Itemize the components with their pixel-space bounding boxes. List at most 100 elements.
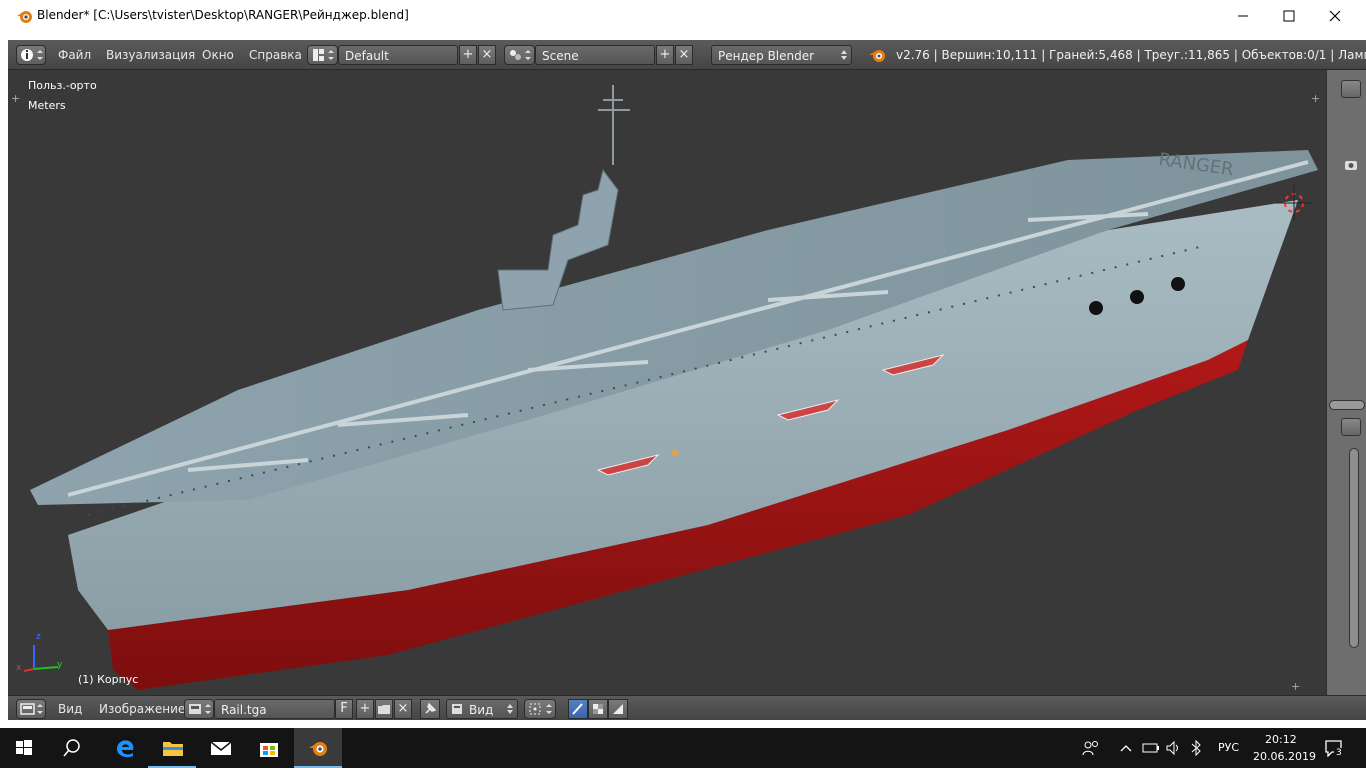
menu-view[interactable]: Вид xyxy=(58,702,82,716)
close-icon xyxy=(1329,10,1341,22)
taskbar-blender[interactable] xyxy=(294,728,342,768)
taskbar-file-explorer[interactable] xyxy=(148,728,196,768)
fake-user-button[interactable]: F xyxy=(335,699,353,719)
image-editor-type-button[interactable] xyxy=(16,699,46,719)
mast xyxy=(598,85,630,165)
alpha-toggle-button[interactable] xyxy=(608,699,628,719)
axis-z-label: z xyxy=(36,632,41,642)
toolshelf-toggle-icon[interactable]: + xyxy=(11,92,20,105)
screen-layout-selector[interactable] xyxy=(307,45,338,65)
people-icon[interactable] xyxy=(1082,740,1100,756)
scene-icon xyxy=(510,50,531,60)
view-name-label: Польз.-орто xyxy=(28,79,97,92)
view-mode-icon xyxy=(452,704,462,714)
taskbar-mail[interactable] xyxy=(196,728,244,768)
start-button[interactable] xyxy=(0,728,48,768)
taskbar: РУС 20:12 20.06.2019 3 xyxy=(0,728,1366,768)
blender-logo-icon xyxy=(309,742,327,756)
image-editor-header: Вид Изображение Rail.tga F + × Вид xyxy=(8,695,1366,720)
minimize-button[interactable] xyxy=(1220,0,1266,32)
scene-field[interactable]: Scene xyxy=(535,45,655,65)
store-icon xyxy=(260,743,278,757)
battery-icon[interactable] xyxy=(1142,741,1160,755)
bluetooth-icon[interactable] xyxy=(1189,739,1203,757)
maximize-button[interactable] xyxy=(1266,0,1312,32)
menu-image[interactable]: Изображение xyxy=(99,702,185,716)
pivot-icon xyxy=(529,703,552,715)
camera-icon[interactable] xyxy=(1341,158,1361,172)
windows-logo-icon xyxy=(16,740,32,755)
taskbar-edge[interactable] xyxy=(100,728,148,768)
scene-statistics: v2.76 | Вершин:10,111 | Граней:5,468 | Т… xyxy=(896,48,1366,62)
display-mode-label: Вид xyxy=(469,703,494,717)
info-header: Файл Визуализация Окно Справка Default +… xyxy=(8,40,1366,70)
outliner-scrollbar[interactable] xyxy=(1329,400,1365,410)
updown-arrows-icon xyxy=(507,704,513,714)
blender-logo-icon xyxy=(17,11,32,23)
plus-icon: + xyxy=(659,47,671,62)
properties-toggle-icon[interactable]: + xyxy=(1311,92,1320,105)
close-button[interactable] xyxy=(1312,0,1358,32)
search-button[interactable] xyxy=(48,728,96,768)
pivot-selector[interactable] xyxy=(524,699,556,719)
folder-icon xyxy=(163,742,183,756)
add-scene-button[interactable]: + xyxy=(656,45,674,65)
pin-image-button[interactable] xyxy=(420,699,440,719)
info-icon xyxy=(21,49,43,61)
outliner-editor-button[interactable] xyxy=(1341,80,1361,98)
image-name-field[interactable]: Rail.tga xyxy=(214,699,335,719)
updown-arrows-icon xyxy=(841,50,847,60)
pin-icon xyxy=(425,702,437,714)
unlink-image-button[interactable]: × xyxy=(394,699,412,719)
menu-render[interactable]: Визуализация xyxy=(106,48,195,62)
properties-editor-button[interactable] xyxy=(1341,418,1361,436)
render-slot-active-button[interactable] xyxy=(568,699,588,719)
x-icon: × xyxy=(481,47,493,62)
properties-scrollbar[interactable] xyxy=(1349,448,1359,648)
mail-icon xyxy=(210,741,232,755)
image-editor-icon xyxy=(20,703,43,715)
units-label: Meters xyxy=(28,99,66,112)
checker-toggle-button[interactable] xyxy=(588,699,608,719)
area-split-icon[interactable]: + xyxy=(1291,680,1300,693)
taskbar-store[interactable] xyxy=(244,728,292,768)
render-engine-selector[interactable]: Рендер Blender xyxy=(711,45,852,65)
plus-icon: + xyxy=(462,47,474,62)
carrier-model: RANGER xyxy=(30,85,1318,690)
minimize-icon xyxy=(1238,15,1248,17)
scene-selector[interactable] xyxy=(504,45,535,65)
open-image-button[interactable] xyxy=(375,699,393,719)
active-object-label: (1) Корпус xyxy=(78,673,139,686)
maximize-icon xyxy=(1283,10,1295,22)
delete-scene-button[interactable]: × xyxy=(675,45,693,65)
brush-icon xyxy=(572,703,583,715)
menu-window[interactable]: Окно xyxy=(202,48,234,62)
3d-viewport[interactable]: RANGER Польз.-орто Meters (1) Корпус z y… xyxy=(8,70,1326,695)
checker-icon xyxy=(593,704,603,714)
editor-type-button[interactable] xyxy=(16,45,46,65)
menu-help[interactable]: Справка xyxy=(249,48,302,62)
add-screen-button[interactable]: + xyxy=(459,45,477,65)
input-language[interactable]: РУС xyxy=(1218,741,1239,754)
delete-screen-button[interactable]: × xyxy=(478,45,496,65)
clock-time[interactable]: 20:12 xyxy=(1265,733,1297,746)
window-title: Blender* [C:\Users\tvister\Desktop\RANGE… xyxy=(37,8,409,22)
properties-sidebar-strip[interactable] xyxy=(1326,70,1366,695)
chevron-up-icon[interactable] xyxy=(1119,742,1133,754)
axis-x-label: x xyxy=(16,663,22,673)
alpha-icon xyxy=(613,704,623,714)
menu-file[interactable]: Файл xyxy=(58,48,91,62)
image-browse-icon xyxy=(189,704,211,714)
window-titlebar: Blender* [C:\Users\tvister\Desktop\RANGE… xyxy=(0,0,1366,32)
screen-layout-field[interactable]: Default xyxy=(338,45,458,65)
axis-y-label: y xyxy=(57,660,63,670)
blender-logo-icon xyxy=(869,50,885,62)
layout-grid-icon xyxy=(313,49,334,61)
display-mode-selector[interactable]: Вид xyxy=(446,699,518,719)
clock-date[interactable]: 20.06.2019 xyxy=(1253,750,1316,763)
new-image-button[interactable]: + xyxy=(356,699,374,719)
volume-icon[interactable] xyxy=(1165,740,1181,756)
object-origin xyxy=(672,450,678,456)
folder-icon xyxy=(378,705,390,714)
image-browse-button[interactable] xyxy=(184,699,214,719)
